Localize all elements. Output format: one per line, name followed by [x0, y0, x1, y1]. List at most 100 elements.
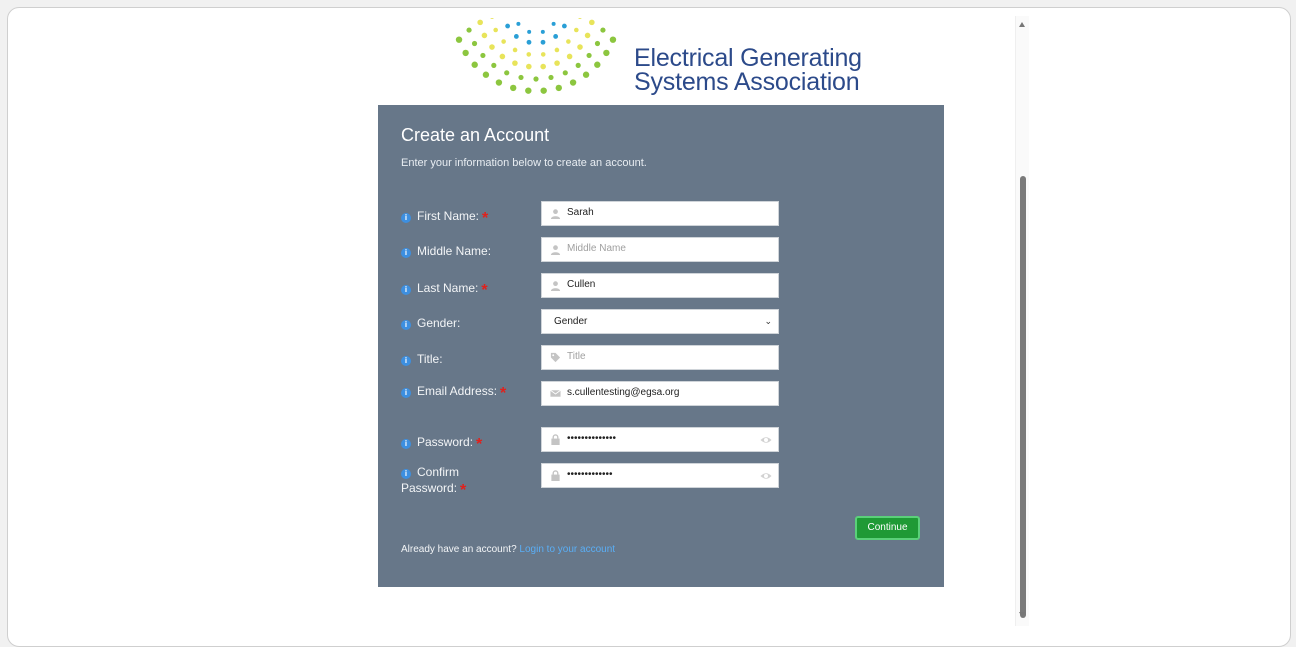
logo-dot: [491, 62, 497, 68]
browser-frame: Electrical Generating Systems Associatio…: [7, 7, 1291, 647]
logo-dot: [554, 47, 560, 53]
logo-dot: [569, 79, 577, 86]
logo-dot: [489, 44, 495, 50]
logo-dot: [480, 52, 486, 59]
logo-dot: [589, 19, 595, 26]
sunburst-logo-icon: [455, 9, 617, 94]
logo-dot: [471, 61, 478, 68]
chevron-down-icon: ⌄: [764, 316, 772, 326]
lock-icon: [551, 470, 560, 481]
logo-dot: [551, 21, 556, 26]
logo-dot: [540, 52, 546, 57]
password-input[interactable]: ••••••••••••••: [541, 427, 779, 452]
logo-dot: [505, 23, 511, 29]
logo-text: Electrical Generating Systems Associatio…: [634, 46, 862, 96]
logo-dot: [566, 39, 571, 44]
scrollbar[interactable]: [1015, 16, 1029, 626]
logo-dot: [512, 47, 518, 53]
password-label: i Password: *: [401, 434, 511, 453]
logo-dot: [462, 49, 469, 57]
logo-line-2: Systems Association: [634, 68, 860, 96]
logo-dot: [513, 34, 519, 39]
info-icon[interactable]: i: [401, 248, 411, 258]
email-label: i Email Address: *: [401, 383, 511, 402]
logo-dot: [594, 40, 601, 47]
logo-dot: [586, 52, 592, 59]
logo-dot: [489, 14, 495, 19]
logo-dot: [504, 70, 510, 76]
page-title: Create an Account: [401, 125, 550, 145]
logo-dot: [516, 21, 521, 26]
eye-icon[interactable]: [760, 434, 772, 446]
continue-button[interactable]: Continue: [855, 516, 920, 540]
logo-dot: [518, 74, 524, 81]
logo-dot: [577, 14, 583, 19]
logo-dot: [600, 27, 606, 33]
first-name-label: i First Name: *: [401, 208, 511, 227]
title-input[interactable]: Title: [541, 345, 779, 370]
egsa-logo: Electrical Generating Systems Associatio…: [448, 9, 868, 103]
logo-dot: [577, 44, 583, 50]
logo-dot: [548, 74, 554, 81]
email-input[interactable]: s.cullentesting@egsa.org: [541, 381, 779, 406]
title-label: i Title:: [401, 352, 511, 367]
logo-dot: [540, 39, 546, 45]
info-icon[interactable]: i: [401, 388, 411, 398]
gender-select[interactable]: Gender ⌄: [541, 309, 779, 334]
info-icon[interactable]: i: [401, 213, 411, 223]
login-link[interactable]: Login to your account: [519, 544, 615, 555]
user-icon: [550, 281, 561, 291]
info-icon[interactable]: i: [401, 356, 411, 366]
logo-dot: [495, 79, 503, 86]
info-icon[interactable]: i: [401, 469, 411, 479]
logo-dot: [540, 63, 546, 70]
logo-dot: [493, 27, 498, 33]
logo-dot: [526, 63, 532, 70]
logo-dot: [553, 34, 559, 39]
logo-dot: [540, 87, 547, 94]
logo-dot: [554, 60, 560, 66]
info-icon[interactable]: i: [401, 439, 411, 449]
middle-name-input[interactable]: Middle Name: [541, 237, 779, 262]
scroll-down-arrow-icon[interactable]: [1019, 612, 1025, 617]
scrollbar-thumb[interactable]: [1020, 176, 1026, 618]
logo-dot: [566, 53, 573, 60]
logo-dot: [471, 40, 478, 47]
required-asterisk: *: [460, 482, 467, 499]
logo-dot: [499, 53, 506, 60]
last-name-input[interactable]: Cullen: [541, 273, 779, 298]
logo-dot: [526, 39, 532, 45]
logo-dot: [527, 29, 532, 34]
logo-dot: [526, 52, 532, 57]
lock-icon: [551, 434, 560, 445]
user-icon: [550, 209, 561, 219]
logo-dot: [455, 36, 463, 43]
logo-dot: [533, 76, 539, 82]
logo-dot: [512, 60, 518, 66]
login-prompt: Already have an account? Login to your a…: [401, 544, 616, 555]
logo-dot: [555, 84, 562, 92]
user-icon: [550, 245, 561, 255]
first-name-input[interactable]: Sarah: [541, 201, 779, 226]
logo-dot: [466, 27, 472, 33]
logo-dot: [603, 49, 610, 57]
logo-dot: [575, 62, 581, 68]
logo-dot: [477, 19, 483, 26]
scroll-up-arrow-icon[interactable]: [1019, 22, 1025, 27]
create-account-card: Create an Account Enter your information…: [378, 105, 944, 587]
logo-dot: [574, 27, 579, 33]
logo-dot: [525, 87, 532, 94]
logo-dot: [582, 71, 590, 78]
required-asterisk: *: [476, 436, 483, 453]
info-icon[interactable]: i: [401, 285, 411, 295]
confirm-password-input[interactable]: •••••••••••••: [541, 463, 779, 488]
required-asterisk: *: [500, 385, 507, 402]
info-icon[interactable]: i: [401, 320, 411, 330]
required-asterisk: *: [481, 282, 488, 299]
logo-dot: [584, 32, 591, 39]
logo-dot: [594, 61, 601, 68]
logo-dot: [562, 70, 568, 76]
eye-icon[interactable]: [760, 470, 772, 482]
middle-name-label: i Middle Name:: [401, 244, 511, 259]
required-asterisk: *: [482, 210, 489, 227]
